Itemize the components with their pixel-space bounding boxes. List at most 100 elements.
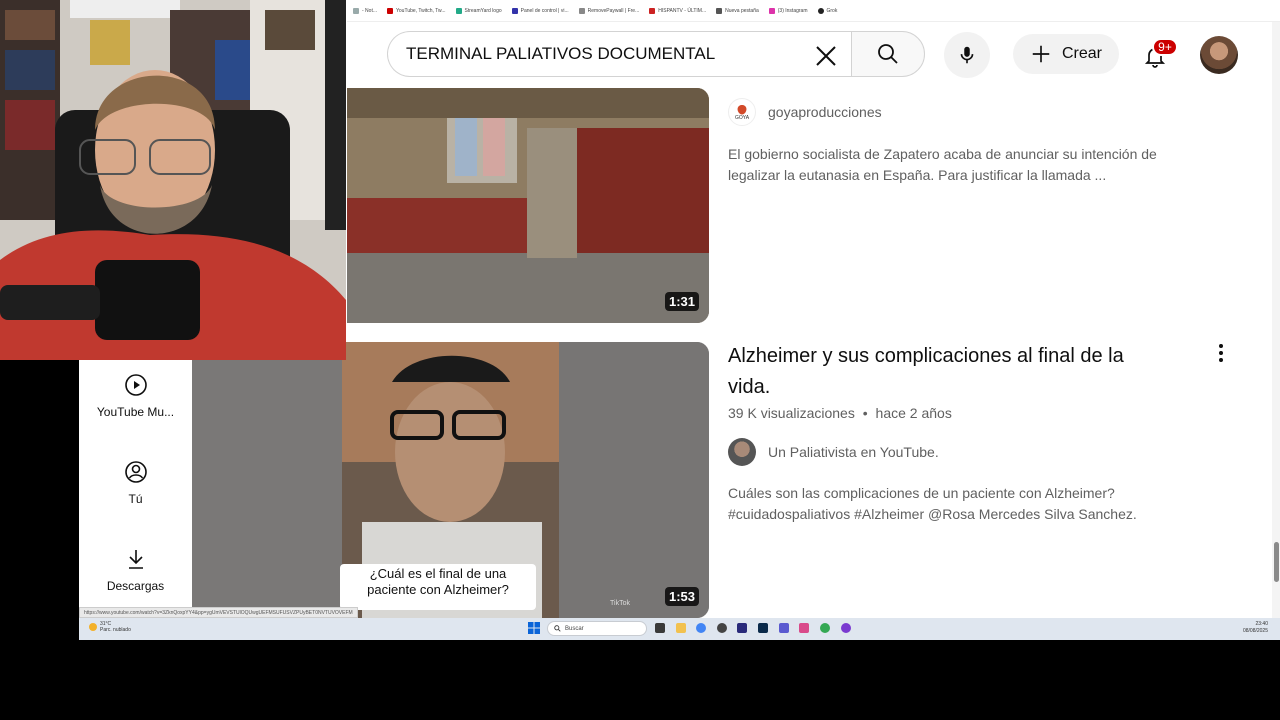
create-button-label: Crear: [1061, 45, 1102, 62]
search-box[interactable]: [387, 31, 851, 77]
account-avatar[interactable]: [1200, 36, 1238, 74]
task-view-icon[interactable]: [655, 623, 665, 633]
video-thumbnail-1[interactable]: 1:31: [347, 88, 709, 323]
channel-link-2[interactable]: Un Paliativista en YouTube.: [728, 438, 939, 466]
view-count: 39 K visualizaciones: [728, 405, 855, 421]
bookmark-item[interactable]: Nueva pestaña: [716, 7, 759, 14]
bookmark-label: - Not...: [362, 7, 378, 14]
scrollbar-thumb[interactable]: [1274, 542, 1279, 582]
app-icon[interactable]: [799, 623, 809, 633]
webcam-overlay: [0, 0, 346, 360]
video-meta-2: 39 K visualizaciones • hace 2 años: [728, 405, 952, 421]
clock-time: 23:40: [1255, 621, 1268, 627]
bookmark-item[interactable]: (3) Instagram: [768, 7, 808, 14]
video-title-line: Alzheimer y sus complicaciones al final …: [728, 345, 1124, 367]
bookmark-label: (3) Instagram: [777, 7, 808, 14]
app-icon[interactable]: [841, 623, 851, 633]
channel-avatar: [728, 438, 756, 466]
bookmark-item[interactable]: RemovePaywall | Fre...: [578, 7, 640, 14]
create-button[interactable]: Crear: [1013, 34, 1119, 74]
bookmark-item[interactable]: Panel de control | vi...: [511, 7, 569, 14]
sidebar-item-label: YouTube Mu...: [96, 405, 175, 419]
video-description-2: Cuáles son las complicaciones de un paci…: [728, 483, 1198, 525]
search-input[interactable]: [406, 44, 806, 64]
meta-separator: •: [862, 405, 868, 421]
more-actions-button[interactable]: [1209, 341, 1233, 365]
sidebar: YouTube Mu... Tú Descargas: [79, 360, 192, 618]
sidebar-item-you[interactable]: Tú: [79, 460, 192, 506]
description-line: #cuidadospaliativos #Alzheimer @Rosa Mer…: [728, 506, 1137, 522]
bookmark-favicon-icon: [578, 7, 585, 14]
bookmarks-bar: - Not... YouTube, Twitch, Tw... StreamYa…: [347, 0, 1280, 22]
channel-avatar: GOYA: [728, 98, 756, 126]
thumbnail-caption: ¿Cuál es el final de una paciente con Al…: [340, 566, 536, 598]
search-icon: [878, 44, 898, 64]
sidebar-item-label: Descargas: [106, 579, 165, 593]
channel-link-1[interactable]: GOYA goyaproducciones: [728, 98, 882, 126]
bookmark-label: YouTube, Twitch, Tw...: [396, 7, 446, 14]
youtube-header: Crear 9+: [347, 22, 1280, 88]
clear-search-button[interactable]: [813, 43, 839, 69]
bookmark-item[interactable]: - Not...: [353, 7, 378, 14]
app-icon[interactable]: [717, 623, 727, 633]
bookmark-label: Grok: [826, 7, 838, 14]
thumbnail-caption-line: paciente con Alzheimer?: [367, 582, 509, 597]
taskbar-search[interactable]: Buscar: [547, 621, 647, 636]
plus-icon: [1032, 45, 1050, 63]
bookmark-favicon-icon: [716, 7, 723, 14]
video-title-line: vida.: [728, 376, 771, 398]
bookmark-label: HISPANTV - ÚLTIM...: [658, 7, 707, 14]
premiere-icon[interactable]: [737, 623, 747, 633]
page-scrollbar[interactable]: [1272, 22, 1280, 618]
weather-icon: [89, 623, 97, 631]
bookmark-label: RemovePaywall | Fre...: [587, 7, 640, 14]
goya-logo-icon: [737, 104, 747, 114]
bookmark-item[interactable]: StreamYard logo: [455, 7, 502, 14]
clock-date: 08/08/2025: [1242, 628, 1268, 634]
search-button[interactable]: [851, 31, 925, 77]
voice-search-button[interactable]: [944, 32, 990, 78]
weather-desc: Parc. nublado: [100, 627, 131, 633]
bookmark-label: StreamYard logo: [464, 7, 502, 14]
sidebar-item-label: Tú: [128, 492, 143, 506]
video-thumbnail-2[interactable]: ¿Cuál es el final de una paciente con Al…: [192, 342, 709, 618]
bookmark-item[interactable]: YouTube, Twitch, Tw...: [387, 7, 446, 14]
video-title-2[interactable]: Alzheimer y sus complicaciones al final …: [728, 341, 1124, 403]
windows-taskbar: 31°C Parc. nublado Buscar 23:40 08/08/20…: [79, 618, 1280, 640]
taskbar-clock[interactable]: 23:40 08/08/2025: [1243, 621, 1268, 635]
photoshop-icon[interactable]: [758, 623, 768, 633]
bookmark-favicon-icon: [649, 7, 656, 14]
close-icon: [816, 46, 836, 66]
bookmark-favicon-icon: [353, 7, 359, 14]
taskbar-weather[interactable]: 31°C Parc. nublado: [89, 621, 131, 633]
bookmark-favicon-icon: [455, 7, 462, 14]
windows-start-icon[interactable]: [528, 622, 540, 634]
description-line: Cuáles son las complicaciones de un paci…: [728, 485, 1115, 501]
bookmark-favicon-icon: [768, 7, 775, 14]
taskbar-search-placeholder: Buscar: [565, 625, 584, 632]
screen: - Not... YouTube, Twitch, Tw... StreamYa…: [0, 0, 1280, 720]
tiktok-watermark: TikTok: [610, 600, 630, 607]
more-vertical-icon: [1219, 344, 1223, 362]
search-icon: [554, 625, 561, 632]
file-explorer-icon[interactable]: [676, 623, 686, 633]
chrome-icon[interactable]: [696, 623, 706, 633]
bookmark-label: Panel de control | vi...: [520, 7, 569, 14]
chrome-icon[interactable]: [820, 623, 830, 633]
bookmark-item[interactable]: Grok: [817, 7, 838, 14]
video-duration: 1:53: [664, 587, 699, 606]
sidebar-item-downloads[interactable]: Descargas: [79, 547, 192, 593]
video-description-1: El gobierno socialista de Zapatero acaba…: [728, 146, 1157, 183]
upload-age: hace 2 años: [875, 405, 952, 421]
goya-logo-text: GOYA: [734, 114, 750, 121]
microphone-icon: [960, 46, 974, 64]
user-icon: [124, 461, 147, 483]
video-duration: 1:31: [664, 292, 699, 311]
app-icon[interactable]: [779, 623, 789, 633]
bookmark-item[interactable]: HISPANTV - ÚLTIM...: [649, 7, 707, 14]
download-icon: [128, 550, 143, 569]
channel-name: Un Paliativista en YouTube.: [768, 444, 939, 460]
thumbnail-image: [347, 88, 709, 323]
link-status-bar: https://www.youtube.com/watch?v=3ZknQoxp…: [79, 607, 358, 618]
sidebar-item-youtube-music[interactable]: YouTube Mu...: [79, 373, 192, 419]
